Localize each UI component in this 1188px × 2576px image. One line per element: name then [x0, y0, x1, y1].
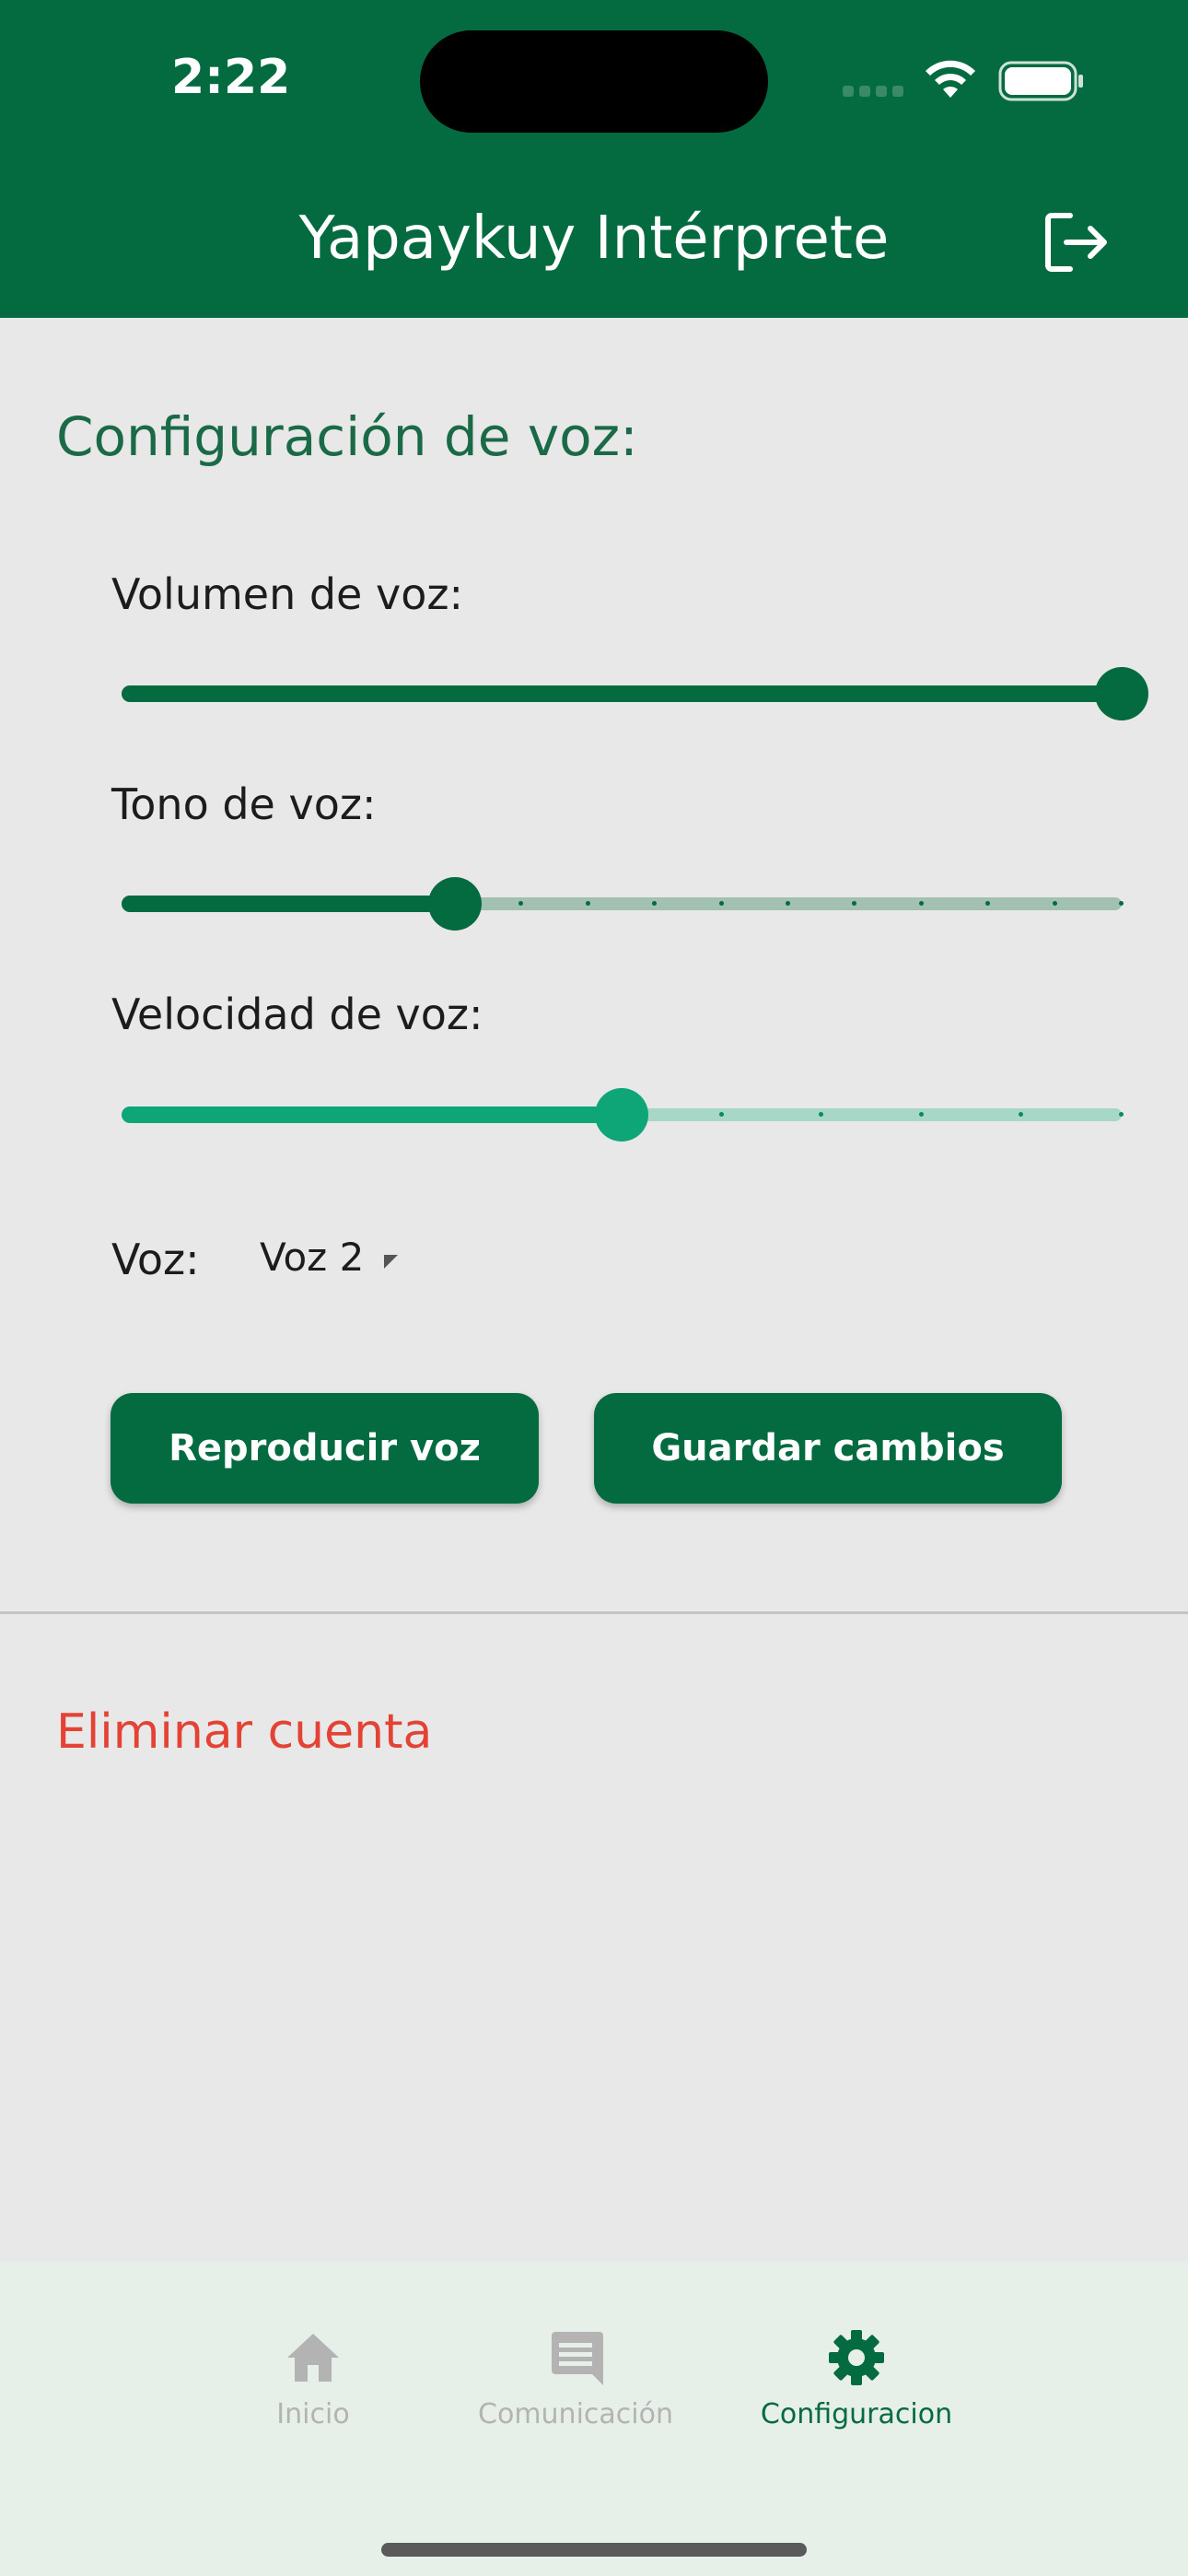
home-indicator	[381, 2543, 807, 2557]
voice-dropdown[interactable]: Voz 2	[260, 1235, 399, 1290]
wifi-icon	[926, 60, 975, 98]
logout-icon[interactable]	[1042, 210, 1109, 275]
speed-slider[interactable]	[122, 1088, 1124, 1142]
chevron-down-icon	[384, 1255, 399, 1269]
nav-item-comunicacion[interactable]: Comunicación	[465, 2328, 686, 2430]
slider-tick	[718, 901, 724, 906]
slider-thumb[interactable]	[427, 877, 482, 931]
battery-icon	[998, 61, 1083, 101]
nav-item-inicio[interactable]: Inicio	[230, 2328, 396, 2430]
pitch-slider[interactable]	[122, 877, 1124, 931]
slider-tick	[718, 1112, 724, 1117]
speed-label: Velocidad de voz:	[111, 989, 483, 1039]
play-voice-button[interactable]: Reproducir voz	[111, 1393, 539, 1504]
slider-track-active	[122, 1107, 622, 1123]
volume-slider[interactable]	[122, 667, 1148, 720]
home-icon	[287, 2334, 339, 2382]
voice-selected-value: Voz 2	[260, 1235, 365, 1280]
slider-thumb[interactable]	[595, 1088, 648, 1142]
status-time: 2:22	[171, 50, 291, 105]
volume-label: Volumen de voz:	[111, 569, 463, 619]
nav-label-configuracion: Configuracion	[760, 2398, 953, 2430]
slider-tick	[918, 1112, 924, 1117]
slider-track-active	[122, 896, 455, 912]
voice-label: Voz:	[111, 1235, 200, 1284]
delete-account-link[interactable]: Eliminar cuenta	[56, 1704, 432, 1760]
slider-tick	[918, 901, 924, 906]
nav-label-inicio: Inicio	[276, 2398, 350, 2430]
gear-icon	[829, 2330, 884, 2385]
slider-thumb[interactable]	[1095, 667, 1148, 720]
divider	[0, 1611, 1188, 1614]
slider-tick	[786, 901, 790, 906]
app-header: 2:22 Yapaykuy Intérprete	[0, 0, 1188, 318]
slider-tick	[1052, 901, 1057, 906]
slider-tick	[585, 901, 590, 906]
nav-label-comunicacion: Comunicación	[478, 2398, 673, 2430]
bottom-navigation: Inicio Comunicación Configuracion	[0, 2262, 1188, 2576]
voice-settings-title: Configuración de voz:	[56, 405, 638, 468]
save-changes-button[interactable]: Guardar cambios	[594, 1393, 1062, 1504]
cellular-signal-icon	[843, 86, 903, 99]
pitch-label: Tono de voz:	[111, 779, 377, 829]
slider-tick	[1119, 1112, 1124, 1117]
chat-icon	[552, 2332, 603, 2385]
nav-item-configuracion[interactable]: Configuracion	[746, 2328, 967, 2430]
slider-track-active	[122, 685, 1122, 702]
app-title: Yapaykuy Intérprete	[298, 205, 890, 273]
slider-tick	[1119, 901, 1124, 906]
dynamic-island	[420, 30, 768, 133]
